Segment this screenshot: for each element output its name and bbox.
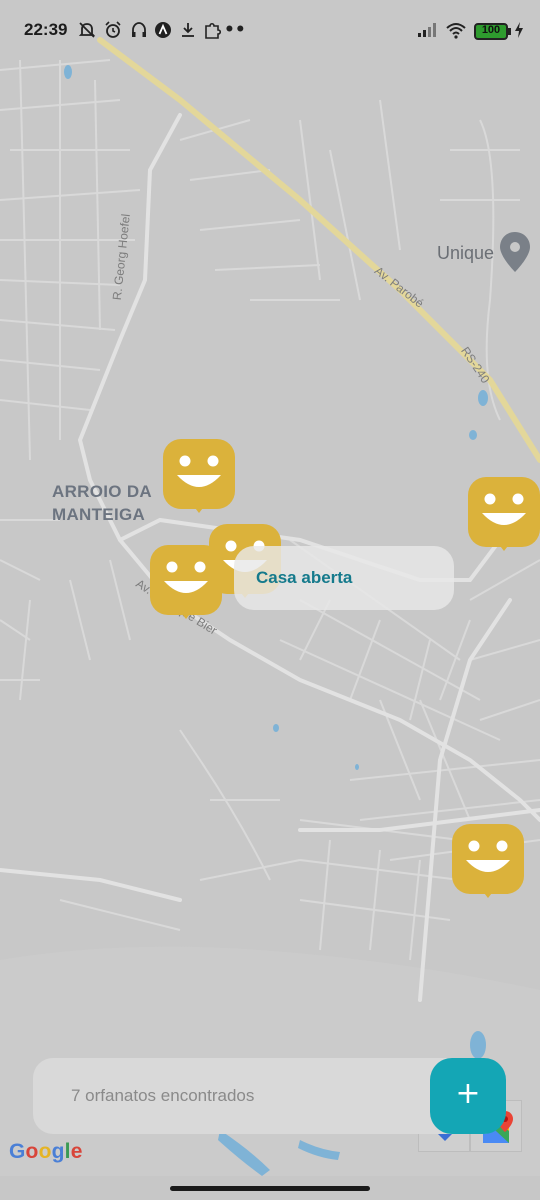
more-dots-icon: •• bbox=[224, 20, 246, 40]
puzzle-icon bbox=[202, 20, 222, 45]
plus-icon: + bbox=[455, 1076, 481, 1111]
orphanage-marker[interactable] bbox=[163, 439, 235, 519]
smile-icon bbox=[177, 455, 221, 487]
smile-icon bbox=[482, 493, 526, 525]
orphanage-marker[interactable] bbox=[468, 477, 540, 557]
battery-level: 100 bbox=[481, 24, 501, 36]
poi-label[interactable]: Unique bbox=[437, 243, 494, 264]
area-label-line2: MANTEIGA bbox=[52, 505, 146, 524]
orphanage-marker[interactable] bbox=[452, 824, 524, 904]
battery-tip bbox=[508, 28, 511, 35]
marker-popup[interactable]: Casa aberta bbox=[234, 546, 454, 610]
status-bar: 22:39 •• 100 bbox=[0, 0, 540, 64]
add-orphanage-button[interactable]: + bbox=[430, 1058, 506, 1134]
popup-label[interactable]: Casa aberta bbox=[256, 568, 352, 588]
status-time: 22:39 bbox=[24, 20, 68, 39]
signal-icon bbox=[416, 20, 438, 45]
headphones-icon bbox=[129, 20, 149, 45]
google-logo: Google bbox=[9, 1140, 83, 1163]
orphanage-marker[interactable] bbox=[150, 545, 222, 625]
battery-icon: 100 bbox=[474, 23, 508, 40]
app-screen: ARROIO DA MANTEIGA Unique R. Georg Hoefe… bbox=[0, 0, 540, 1200]
smile-icon bbox=[466, 840, 510, 872]
alarm-icon bbox=[103, 20, 123, 45]
area-label: ARROIO DA MANTEIGA bbox=[52, 480, 152, 526]
charging-icon bbox=[513, 20, 525, 45]
smile-icon bbox=[164, 561, 208, 593]
download-icon bbox=[178, 20, 198, 45]
wifi-icon bbox=[445, 20, 467, 45]
a-badge-icon bbox=[153, 20, 173, 45]
orphanages-count: 7 orfanatos encontrados bbox=[71, 1086, 255, 1105]
area-label-line1: ARROIO DA bbox=[52, 482, 152, 501]
bell-muted-icon bbox=[77, 20, 97, 45]
home-indicator[interactable] bbox=[170, 1186, 370, 1191]
